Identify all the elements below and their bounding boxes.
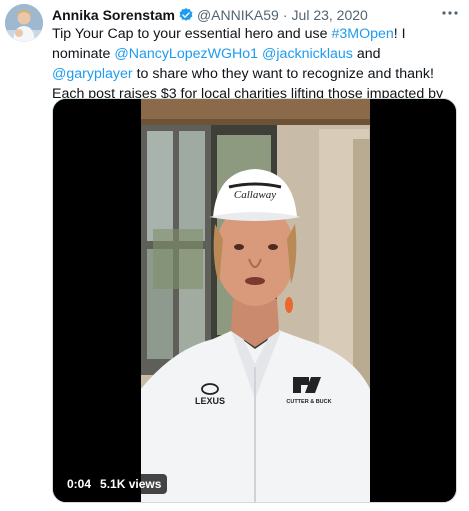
more-options-icon[interactable] bbox=[439, 3, 461, 23]
jacket-brand-right: CUTTER & BUCK bbox=[286, 399, 331, 405]
tweet-text-segment: and bbox=[352, 46, 381, 62]
tweet-date[interactable]: Jul 23, 2020 bbox=[292, 7, 368, 23]
author-display-name[interactable]: Annika Sorenstam bbox=[52, 7, 175, 23]
header-separator: · bbox=[282, 7, 288, 23]
video-player[interactable]: Callaway LEXUS CUTTER & BUCK 0:04 5.1K v… bbox=[52, 98, 457, 503]
author-avatar[interactable] bbox=[5, 4, 43, 42]
mention-link[interactable]: @jacknicklaus bbox=[262, 46, 353, 62]
hashtag-link[interactable]: #3MOpen bbox=[331, 26, 393, 42]
cap-logo-text: Callaway bbox=[234, 189, 276, 201]
video-timestamp: 0:04 bbox=[67, 477, 92, 491]
tweet-text-segment: Tip Your Cap to your essential hero and … bbox=[52, 26, 332, 42]
video-frame: Callaway LEXUS CUTTER & BUCK bbox=[53, 99, 456, 502]
verified-badge-icon bbox=[178, 7, 194, 23]
tweet[interactable]: Annika Sorenstam @ANNIKA59 · Jul 23, 202… bbox=[0, 0, 469, 511]
video-views: 5.1K views bbox=[100, 477, 162, 491]
mention-link[interactable]: @NancyLopezWGHo1 bbox=[114, 46, 258, 62]
jacket-brand-left: LEXUS bbox=[195, 396, 225, 406]
author-handle[interactable]: @ANNIKA59 bbox=[197, 7, 279, 23]
mention-link[interactable]: @garyplayer bbox=[52, 66, 133, 82]
tweet-header: Annika Sorenstam @ANNIKA59 · Jul 23, 202… bbox=[52, 6, 439, 24]
video-stats-overlay: 0:04 5.1K views bbox=[61, 474, 168, 494]
